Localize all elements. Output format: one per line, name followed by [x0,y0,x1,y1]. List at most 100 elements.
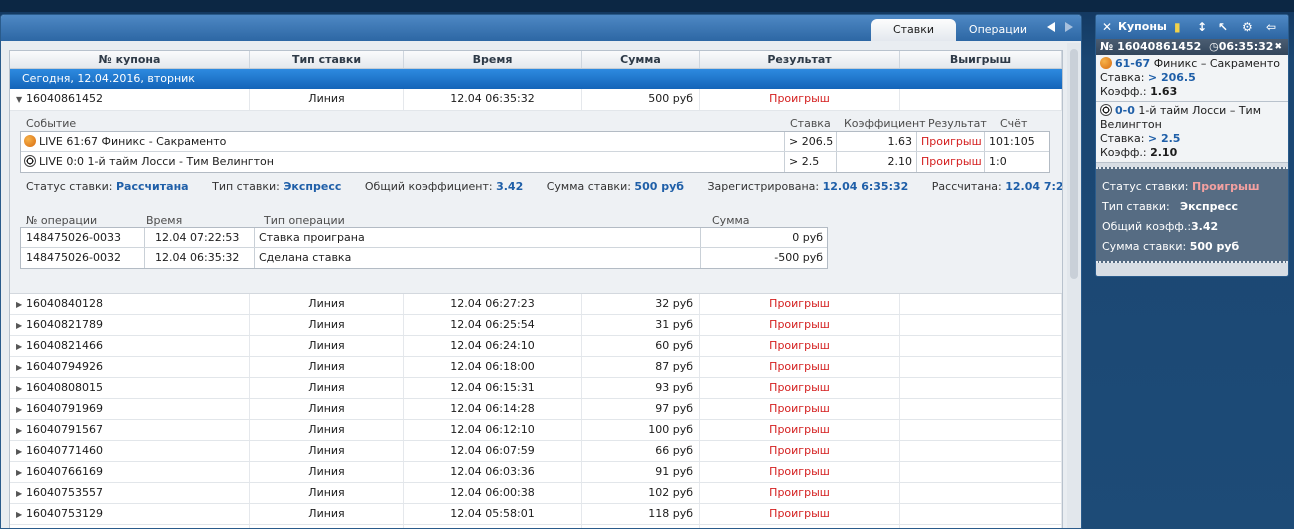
table-row[interactable]: ▶ 16040794926 Линия 12.04 06:18:00 87 руб Про… [10,357,1062,378]
triangle-right-icon[interactable]: ▶ [16,400,26,419]
coupon-number-bar: № 16040861452 ◷06:35:32 ✖ [1096,39,1288,55]
coupon-summary: Статус ставки: Проигрыш Тип ставки: Экспр… [1096,167,1288,263]
ev-col-score: Счёт [1000,117,1028,130]
scrollbar-thumb[interactable] [1070,49,1078,279]
event-bet: > 2.5 [785,152,837,172]
row-win [900,89,1062,110]
row-bet-type: Линия [250,357,404,377]
event-bet: > 206.5 [785,132,837,151]
gear-icon[interactable]: ⚙ [1242,15,1253,39]
tab-bets[interactable]: Ставки [871,19,956,41]
coupon-close-icon[interactable]: ✖ [1274,39,1282,55]
row-result: Проигрыш [700,483,900,503]
panel-header: Ставки Операции [1,15,1081,41]
row-amount: 118 руб [582,504,700,524]
summary-status-value: Рассчитана [115,180,189,193]
table-row[interactable]: ▶ 16040840128 Линия 12.04 06:27:23 32 руб Про… [10,294,1062,315]
table-row[interactable]: ▶ 16040821466 Линия 12.04 06:24:10 60 руб Про… [10,336,1062,357]
table-row[interactable]: ▶ 16040821789 Линия 12.04 06:25:54 31 руб Про… [10,315,1062,336]
cursor-icon[interactable]: ↖ [1218,15,1228,39]
row-result: Проигрыш [700,525,900,528]
table-row[interactable]: ▶ 16040771460 Линия 12.04 06:07:59 66 руб Про… [10,441,1062,462]
op-col-time: Время [146,214,183,227]
triangle-down-icon[interactable]: ▼ [16,90,26,110]
op-col-type: Тип операции [264,214,345,227]
summary-type-label: Тип ставки: [212,180,280,193]
table-row[interactable]: ▶ 16040766169 Линия 12.04 06:03:36 91 руб Про… [10,462,1062,483]
row-bet-type: Линия [250,441,404,461]
coupons-panel: ✕ Купоны ▮ ↕ ↖ ⚙ ⇦ № 16040861452 ◷06:35:… [1095,14,1289,277]
triangle-right-icon[interactable]: ▶ [16,505,26,524]
table-row[interactable]: ▶ 16040808015 Линия 12.04 06:15:31 93 руб Про… [10,378,1062,399]
operation-type: Сделана ставка [255,248,701,268]
triangle-right-icon[interactable]: ▶ [16,442,26,461]
row-win [900,483,1062,503]
triangle-right-icon[interactable]: ▶ [16,379,26,398]
operations-table: 148475026-0033 12.04 07:22:53 Ставка про… [20,227,828,269]
coupon-time: 06:35:32 [1218,40,1274,53]
summary-coef-label: Общий коэффициент: [364,180,493,193]
col-bet-type[interactable]: Тип ставки [250,51,404,68]
event-name: LIVE 61:67 Финикс - Сакраменто [21,132,785,151]
event-row: LIVE 61:67 Финикс - Сакраменто > 206.5 1… [21,132,1049,152]
col-result[interactable]: Результат [700,51,900,68]
col-amount[interactable]: Сумма [582,51,700,68]
summary-amount-value: 500 руб [634,180,684,193]
row-win [900,378,1062,398]
row-bet-type: Линия [250,420,404,440]
tab-operations[interactable]: Операции [959,19,1037,41]
table-row[interactable]: ▶ 16040753129 Линия 12.04 05:58:01 118 руб Пр… [10,504,1062,525]
ev-col-result: Результат [928,117,987,130]
triangle-right-icon[interactable]: ▶ [16,295,26,314]
coupon-amount-value: 500 руб [1189,240,1240,253]
row-bet-type: Линия [250,378,404,398]
row-win [900,294,1062,314]
triangle-right-icon[interactable]: ▶ [16,337,26,356]
row-time: 12.04 06:24:10 [404,336,582,356]
triangle-right-icon[interactable]: ▶ [16,484,26,503]
row-time: 12.04 06:15:31 [404,378,582,398]
arrow-right-icon[interactable] [1065,22,1073,32]
summary-registered-value: 12.04 6:35:32 [822,180,909,193]
col-win[interactable]: Выигрыш [900,51,1062,68]
triangle-right-icon[interactable]: ▶ [16,463,26,482]
table-row[interactable]: ▶ 16040791969 Линия 12.04 06:14:28 97 руб Про… [10,399,1062,420]
row-win [900,399,1062,419]
coupon-event: 0-0 1-й тайм Лосси – Тим Велингтон Ставк… [1096,102,1288,163]
row-coupon-num: ▼ 16040861452 [10,89,250,110]
row-coupon-num: ▶ 16040791969 [10,399,250,419]
row-bet-type: Линия [250,89,404,110]
row-time: 12.04 06:07:59 [404,441,582,461]
table-row[interactable]: ▶ 16040753557 Линия 12.04 06:00:38 102 руб Пр… [10,483,1062,504]
row-coupon-num: ▶ 16040766169 [10,462,250,482]
summary-type-value: Экспресс [283,180,342,193]
row-result: Проигрыш [700,420,900,440]
battery-icon[interactable]: ▮ [1174,15,1181,39]
table-row[interactable]: ▶16040734807Линия12.04 05:56:11123 рубПр… [10,525,1062,528]
bets-table: № купона Тип ставки Время Сумма Результа… [9,50,1063,528]
row-coupon-num: ▶ 16040808015 [10,378,250,398]
col-time[interactable]: Время [404,51,582,68]
back-arrow-icon[interactable]: ⇦ [1266,15,1276,39]
col-coupon-num[interactable]: № купона [10,51,250,68]
row-amount: 123 руб [582,525,700,528]
triangle-right-icon[interactable]: ▶ [16,358,26,377]
row-amount: 31 руб [582,315,700,335]
summary-amount-label: Сумма ставки: [546,180,631,193]
scrollbar[interactable] [1067,43,1081,528]
ev-col-event: Событие [26,117,77,130]
row-win [900,525,1062,528]
triangle-right-icon[interactable]: ▶ [16,421,26,440]
arrow-left-icon[interactable] [1047,22,1055,32]
coupon-type-label: Тип ставки: [1102,200,1170,213]
coupon-type-value: Экспресс [1180,200,1239,213]
triangle-right-icon[interactable]: ▶ [16,316,26,335]
expand-vertical-icon[interactable]: ↕ [1197,15,1207,39]
close-icon[interactable]: ✕ [1102,15,1112,39]
event-result: Проигрыш [917,152,985,172]
operation-time: 12.04 06:35:32 [145,248,255,268]
table-row[interactable]: ▶ 16040791567 Линия 12.04 06:12:10 100 руб Пр… [10,420,1062,441]
table-header: № купона Тип ставки Время Сумма Результа… [10,51,1062,69]
row-amount: 102 руб [582,483,700,503]
table-row-expanded[interactable]: ▼ 16040861452 Линия 12.04 06:35:32 500 ру… [10,89,1062,111]
